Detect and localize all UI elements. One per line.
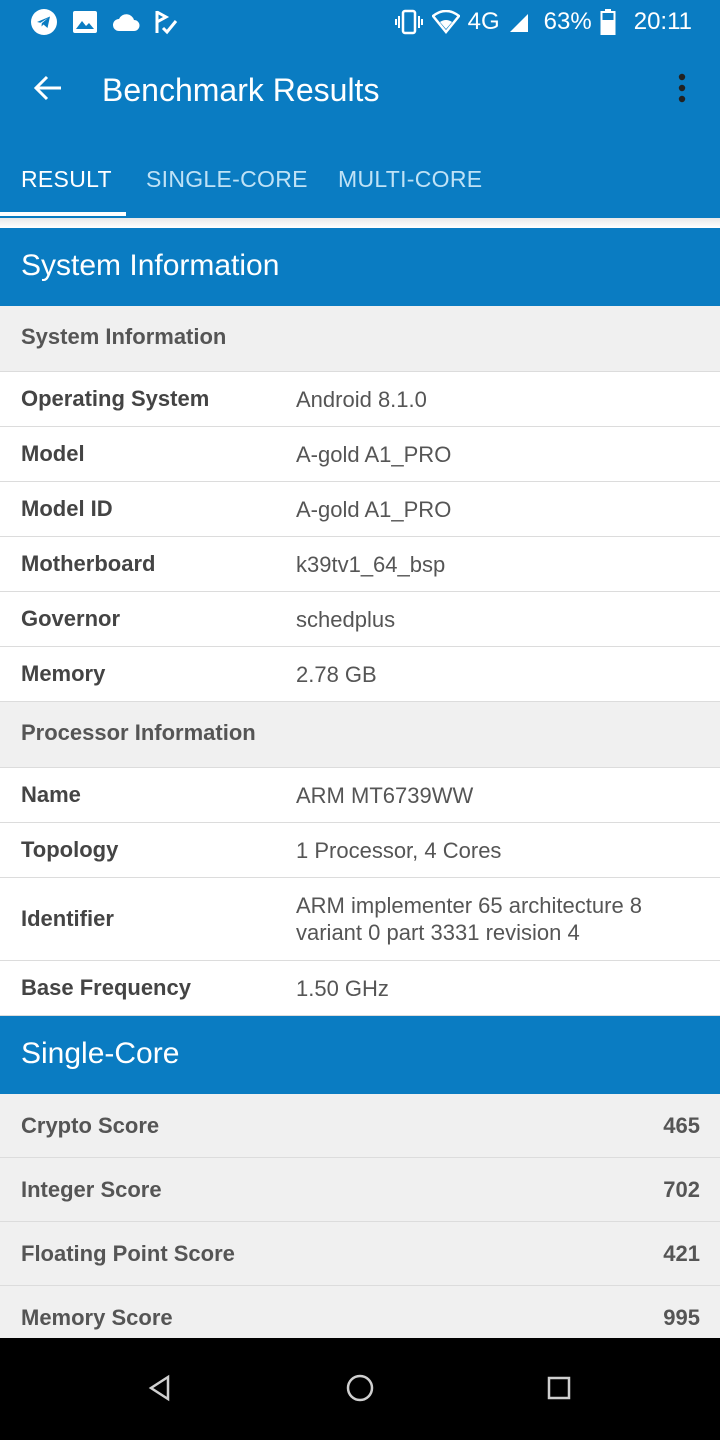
row-label: Governor — [21, 606, 121, 631]
score-value: 421 — [663, 1240, 700, 1266]
tab-single-core[interactable]: SINGLE-CORE — [146, 148, 308, 218]
tab-bar-shadow — [0, 218, 720, 228]
back-button[interactable] — [28, 70, 68, 110]
table-row: Topology 1 Processor, 4 Cores — [0, 823, 720, 878]
check-flag-icon — [154, 9, 178, 35]
row-value: 1 Processor, 4 Cores — [296, 837, 502, 863]
status-bar-notifications — [30, 8, 178, 36]
app-bar: Benchmark Results RESULT SINGLE-CORE MUL… — [0, 44, 720, 218]
score-label: Integer Score — [21, 1176, 162, 1202]
table-row: Base Frequency 1.50 GHz — [0, 961, 720, 1016]
score-label: Memory Score — [21, 1304, 173, 1330]
overflow-menu-button[interactable] — [662, 68, 702, 112]
row-value: ARM MT6739WW — [296, 782, 474, 808]
row-value: k39tv1_64_bsp — [296, 551, 446, 577]
score-row: Floating Point Score 421 — [0, 1222, 720, 1286]
row-value: A-gold A1_PRO — [296, 496, 452, 522]
group-header-processor: Processor Information — [0, 702, 720, 768]
tab-result[interactable]: RESULT — [21, 148, 112, 218]
more-vert-icon — [677, 73, 687, 108]
cloud-icon — [112, 12, 140, 32]
score-value: 995 — [663, 1304, 700, 1330]
vibrate-icon — [394, 9, 424, 35]
telegram-icon — [30, 8, 58, 36]
row-label: Model — [21, 441, 85, 466]
row-label: Memory — [21, 661, 106, 686]
tab-multi-core[interactable]: MULTI-CORE — [338, 148, 482, 218]
score-value: 465 — [663, 1112, 700, 1138]
nav-back-button[interactable] — [144, 1374, 176, 1406]
score-row: Crypto Score 465 — [0, 1094, 720, 1158]
row-label: Motherboard — [21, 551, 156, 576]
score-row: Memory Score 995 — [0, 1286, 720, 1338]
results-scroll-view[interactable]: System Information System Information Op… — [0, 228, 720, 1338]
score-value: 702 — [663, 1176, 700, 1202]
battery-icon — [600, 8, 616, 36]
group-header-system: System Information — [0, 306, 720, 372]
image-icon — [72, 10, 98, 34]
status-bar-system: 4G 63% 20:11 — [394, 6, 692, 38]
wifi-icon — [431, 10, 460, 34]
row-label: Base Frequency — [21, 975, 191, 1000]
score-label: Floating Point Score — [21, 1240, 235, 1266]
table-row: Governor schedplus — [0, 592, 720, 647]
battery-percent: 63% — [543, 8, 592, 35]
status-bar: 4G 63% 20:11 — [0, 0, 720, 44]
row-value: 1.50 GHz — [296, 975, 389, 1001]
arrow-left-icon — [33, 73, 63, 108]
row-value: A-gold A1_PRO — [296, 441, 452, 467]
row-label: Topology — [21, 837, 119, 862]
row-value: ARM implementer 65 architecture 8 varian… — [296, 893, 643, 945]
row-label: Operating System — [21, 386, 210, 411]
section-header-single-core: Single-Core — [0, 1016, 720, 1094]
nav-recents-button[interactable] — [543, 1374, 575, 1406]
table-row: Name ARM MT6739WW — [0, 768, 720, 823]
system-nav-bar — [0, 1338, 720, 1440]
tab-bar: RESULT SINGLE-CORE MULTI-CORE — [0, 148, 720, 218]
network-type: 4G — [467, 8, 500, 35]
section-header-system-information: System Information — [0, 228, 720, 306]
home-circle-icon — [345, 1373, 375, 1408]
row-value: Android 8.1.0 — [296, 386, 427, 412]
row-label: Name — [21, 782, 81, 807]
back-triangle-icon — [146, 1374, 174, 1407]
score-label: Crypto Score — [21, 1112, 160, 1138]
table-row: Memory 2.78 GB — [0, 647, 720, 702]
row-value: schedplus — [296, 606, 396, 632]
clock: 20:11 — [633, 8, 692, 35]
table-row: Identifier ARM implementer 65 architectu… — [0, 878, 720, 961]
score-row: Integer Score 702 — [0, 1158, 720, 1222]
table-row: Model ID A-gold A1_PRO — [0, 482, 720, 537]
row-label: Model ID — [21, 496, 113, 521]
tab-indicator — [0, 212, 126, 216]
table-row: Model A-gold A1_PRO — [0, 427, 720, 482]
signal-icon — [508, 11, 530, 33]
nav-home-button[interactable] — [344, 1374, 376, 1406]
page-title: Benchmark Results — [102, 72, 380, 108]
table-row: Motherboard k39tv1_64_bsp — [0, 537, 720, 592]
table-row: Operating System Android 8.1.0 — [0, 372, 720, 427]
row-value: 2.78 GB — [296, 661, 377, 687]
row-label: Identifier — [21, 906, 114, 931]
recents-square-icon — [546, 1375, 572, 1406]
